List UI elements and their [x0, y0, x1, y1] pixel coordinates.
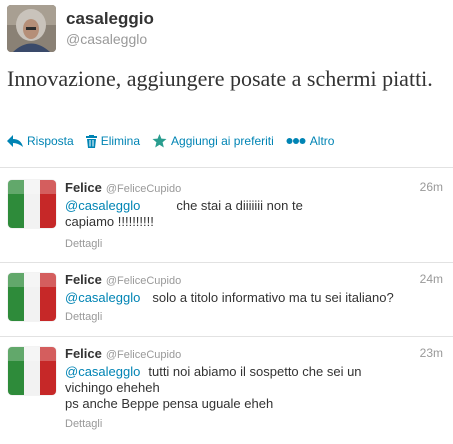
reply-avatar[interactable]: [8, 180, 56, 228]
reply-item[interactable]: Felice @FeliceCupido 24m @casalegglo solo …: [0, 263, 453, 339]
reply-avatar[interactable]: [8, 347, 56, 395]
reply-name[interactable]: Felice: [65, 180, 102, 195]
reply-time[interactable]: 23m: [420, 346, 443, 360]
reply-text-line: ps anche Beppe pensa uguale eheh: [65, 396, 274, 411]
reply-item[interactable]: Felice @FeliceCupido 26m @casalegglo che s…: [0, 168, 453, 262]
reply-icon: [7, 135, 23, 147]
reply-handle[interactable]: @FeliceCupido: [106, 275, 181, 287]
reply-details-link[interactable]: Dettagli: [65, 238, 102, 250]
tweet-actions: Risposta Elimina Aggiungi ai preferiti A…: [7, 131, 346, 151]
trash-icon: [85, 134, 97, 148]
main-tweet: casaleggio @casalegglo Innovazione, aggi…: [0, 0, 453, 168]
delete-label: Elimina: [100, 134, 141, 148]
reply-text: @casalegglo che stai a diiiiiii non te ca…: [65, 198, 445, 230]
reply-details-link[interactable]: Dettagli: [65, 311, 102, 323]
reply-item[interactable]: Felice @FeliceCupido 23m @casalegglo tutti…: [0, 337, 453, 444]
reply-name[interactable]: Felice: [65, 272, 102, 287]
reply-label: Risposta: [27, 134, 74, 148]
reply-mention[interactable]: @casalegglo: [65, 290, 140, 305]
reply-handle[interactable]: @FeliceCupido: [106, 349, 181, 361]
reply-text-line: capiamo !!!!!!!!!!: [65, 214, 154, 229]
reply-text: @casalegglo solo a titolo informativo ma …: [65, 290, 445, 306]
reply-mention[interactable]: @casalegglo: [65, 198, 140, 213]
more-button[interactable]: Altro: [286, 134, 335, 148]
more-label: Altro: [309, 134, 335, 148]
reply-mention[interactable]: @casalegglo: [65, 364, 140, 379]
reply-name[interactable]: Felice: [65, 346, 102, 361]
reply-text-line: tutti noi abiamo il sospetto che sei un: [148, 364, 362, 379]
reply-time[interactable]: 26m: [420, 180, 443, 194]
replies-list: Felice @FeliceCupido 26m @casalegglo che s…: [0, 168, 453, 444]
tweet-text: Innovazione, aggiungere posate a schermi…: [7, 66, 433, 91]
reply-author[interactable]: Felice @FeliceCupido: [65, 346, 181, 361]
favorite-label: Aggiungi ai preferiti: [171, 134, 274, 148]
star-icon: [152, 134, 167, 148]
author-handle[interactable]: @casalegglo: [66, 31, 147, 47]
reply-text-line: vichingo eheheh: [65, 380, 160, 395]
reply-details-link[interactable]: Dettagli: [65, 418, 102, 430]
reply-author[interactable]: Felice @FeliceCupido: [65, 180, 181, 195]
reply-text: @casalegglo tutti noi abiamo il sospetto …: [65, 364, 445, 412]
reply-handle[interactable]: @FeliceCupido: [106, 183, 181, 195]
reply-text-line: solo a titolo informativo ma tu sei ital…: [152, 290, 394, 305]
reply-time[interactable]: 24m: [420, 272, 443, 286]
reply-avatar[interactable]: [8, 273, 56, 321]
more-icon: [286, 138, 306, 144]
reply-text-line: che stai a diiiiiii non te: [176, 198, 303, 213]
reply-button[interactable]: Risposta: [7, 134, 74, 148]
favorite-button[interactable]: Aggiungi ai preferiti: [152, 134, 274, 148]
author-avatar[interactable]: [7, 5, 56, 52]
delete-button[interactable]: Elimina: [85, 134, 141, 148]
author-name[interactable]: casaleggio: [66, 9, 154, 29]
reply-author[interactable]: Felice @FeliceCupido: [65, 272, 181, 287]
